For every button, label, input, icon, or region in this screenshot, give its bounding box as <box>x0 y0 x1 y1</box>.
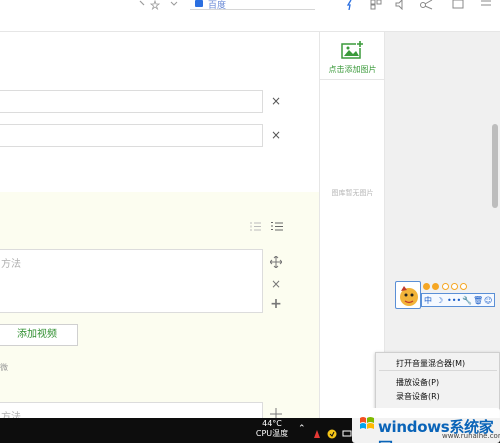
ordered-list-icon[interactable] <box>250 217 262 236</box>
qq-avatar[interactable] <box>395 281 421 309</box>
window-icon[interactable] <box>452 0 464 12</box>
qq-floating-widget[interactable]: 中 ☽ ••• 🔧 🗑 ☺ <box>395 281 499 309</box>
cpu-temp-widget[interactable]: 44°C CPU温度 <box>254 419 290 439</box>
cpu-temp-label: CPU温度 <box>255 429 289 438</box>
tray-network-icon[interactable] <box>342 424 352 437</box>
scissors-icon[interactable] <box>420 0 436 12</box>
menu-item-mixer[interactable]: 打开音量混合器(M) <box>396 358 465 369</box>
qq-smile-icon[interactable]: ☺ <box>484 295 492 306</box>
apps-grid-icon[interactable] <box>370 0 382 12</box>
micro-label: 微 <box>0 363 8 372</box>
site-watermark: windows系统家园 www.runaihe.com <box>352 408 500 443</box>
browser-toolbar: 百度 <box>0 0 500 32</box>
qq-dots-icon[interactable]: ••• <box>447 295 461 306</box>
step-textarea-2[interactable]: 方法 <box>0 402 263 418</box>
baidu-favicon-icon <box>195 0 203 7</box>
clear-subtitle-icon[interactable]: × <box>270 128 282 142</box>
add-image-label: 点击添加图片 <box>328 65 377 74</box>
tray-chevron-icon[interactable]: ⌃ <box>298 424 308 434</box>
add-video-button[interactable]: 添加视频 <box>0 324 78 346</box>
windows-logo-icon <box>358 415 376 433</box>
menu-item-playback[interactable]: 播放设备(P) <box>396 377 439 388</box>
qq-wrench-icon[interactable]: 🔧 <box>462 295 472 306</box>
qq-level-icon <box>423 283 430 290</box>
tray-app-icon[interactable] <box>312 424 322 438</box>
address-bar[interactable]: 百度 <box>190 0 315 11</box>
step-placeholder-2: 方法 <box>1 412 21 418</box>
qq-level-icon <box>451 283 458 290</box>
step-textarea[interactable]: 方法 <box>0 249 263 313</box>
qq-level-icon <box>460 283 467 290</box>
unordered-list-icon[interactable] <box>270 217 284 236</box>
no-image-label: 图库暂无图片 <box>331 189 374 197</box>
move-icon-2[interactable] <box>269 408 283 418</box>
scrollbar-thumb[interactable] <box>492 124 498 208</box>
audio-icon[interactable] <box>395 0 407 12</box>
qq-toolbar: 中 ☽ ••• 🔧 🗑 ☺ <box>421 293 495 307</box>
qq-trash-icon[interactable]: 🗑 <box>473 295 483 306</box>
qq-level-icon <box>442 283 449 290</box>
star-icon[interactable] <box>150 0 160 12</box>
subtitle-input[interactable] <box>0 124 263 147</box>
lightning-icon[interactable] <box>345 0 355 12</box>
move-icon[interactable] <box>269 255 283 271</box>
menu-separator <box>379 370 497 371</box>
cpu-temp-value: 44°C <box>262 419 282 428</box>
delete-step-icon[interactable]: × <box>269 277 283 291</box>
watermark-url: www.runaihe.com <box>442 432 500 440</box>
qq-level-icon <box>432 283 439 290</box>
address-text: 百度 <box>208 1 227 11</box>
forward-icon[interactable] <box>137 0 147 12</box>
menu-item-recording[interactable]: 录音设备(R) <box>396 391 440 402</box>
title-input[interactable] <box>0 90 263 113</box>
editor-area: × × 方法 × + 添加视频 微 方法 <box>0 32 319 418</box>
qq-moon-icon[interactable]: ☽ <box>436 295 443 306</box>
tray-security-icon[interactable] <box>327 424 337 439</box>
add-image-icon <box>339 40 365 66</box>
step-placeholder: 方法 <box>1 259 21 270</box>
qq-ime-label[interactable]: 中 <box>424 295 432 306</box>
add-image-button[interactable]: 点击添加图片 <box>320 32 385 80</box>
clear-title-icon[interactable]: × <box>270 94 282 108</box>
dropdown-icon[interactable] <box>170 0 178 12</box>
menu-icon[interactable] <box>480 0 492 12</box>
add-step-icon[interactable]: + <box>269 296 283 312</box>
